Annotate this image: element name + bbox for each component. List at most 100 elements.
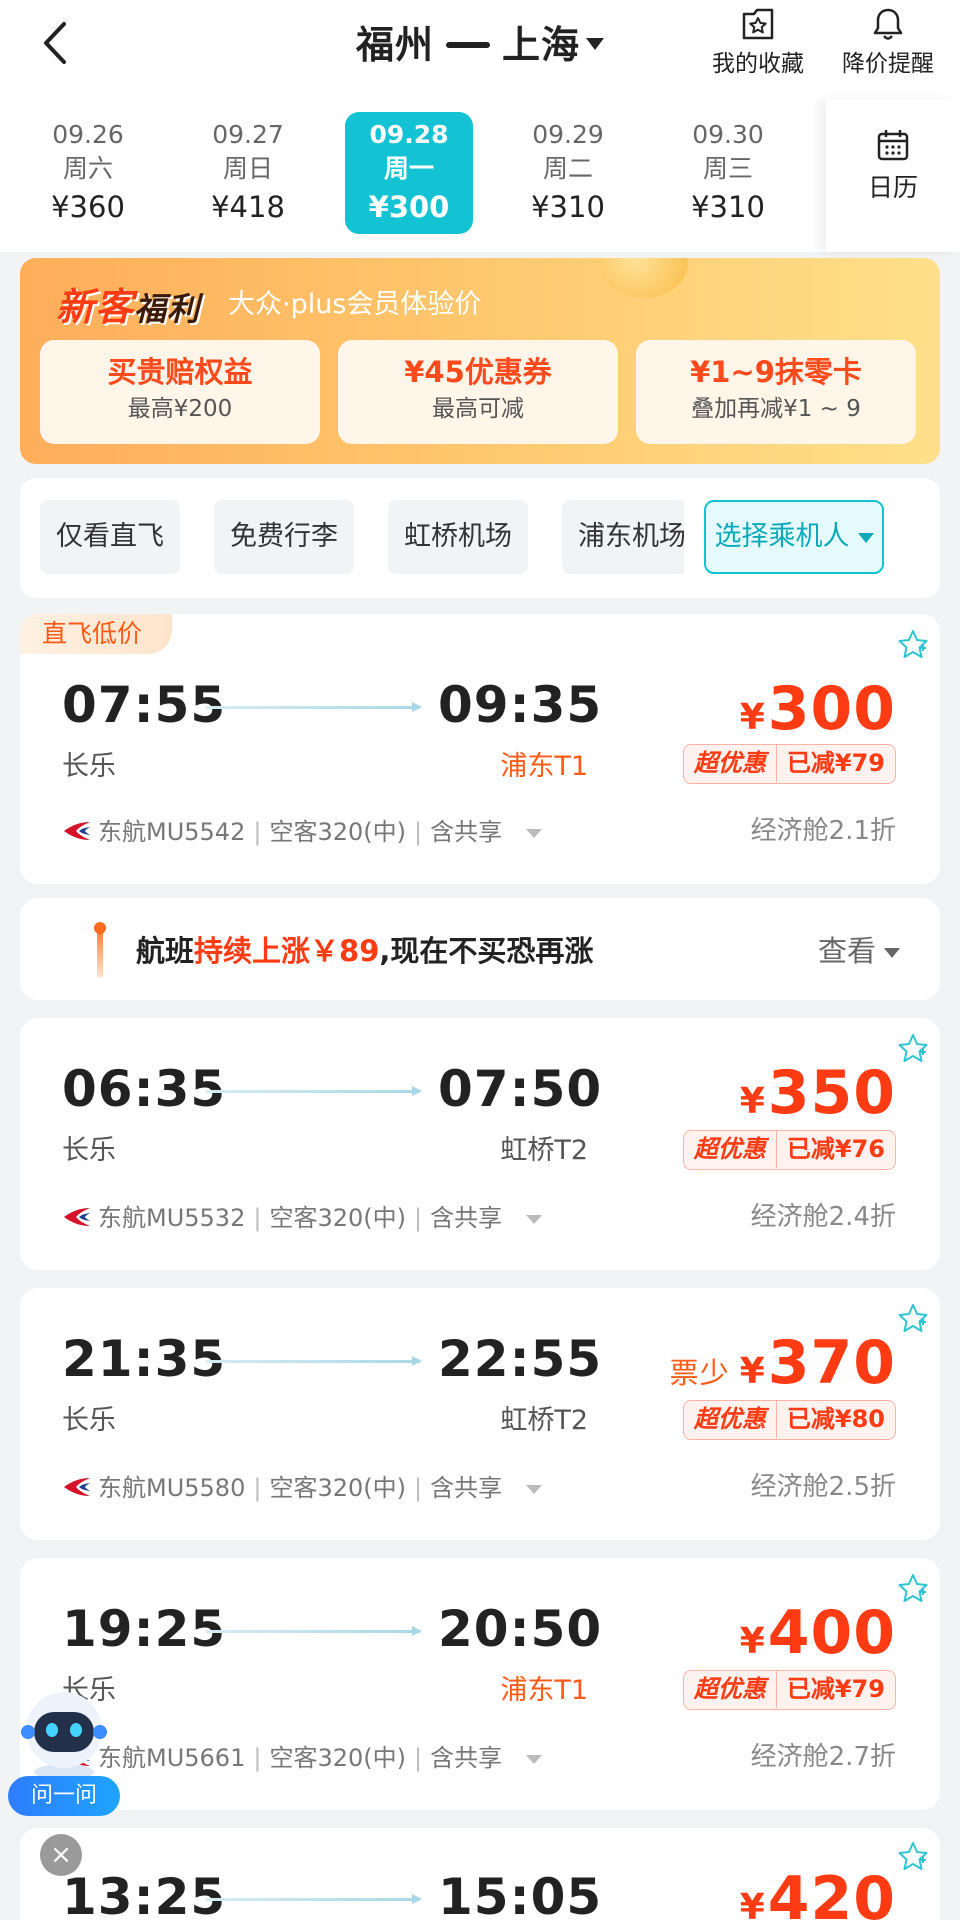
robot-assistant-icon[interactable] [14, 1684, 114, 1784]
route-selector[interactable]: 福州 上海 [0, 14, 960, 69]
date-label: 09.26 [52, 120, 124, 149]
filter-free-baggage[interactable]: 免费行李 [214, 500, 354, 574]
filter-direct-only[interactable]: 仅看直飞 [40, 500, 180, 574]
arrival-time: 22:55 [438, 1330, 603, 1388]
calendar-button[interactable]: 日历 [826, 100, 960, 252]
promo-card-sub: 叠加再减¥1 ~ 9 [691, 396, 861, 422]
ask-assistant-button[interactable]: 问一问 [8, 1776, 120, 1816]
departure-airport: 长乐 [62, 1135, 116, 1166]
calendar-label: 日历 [867, 173, 918, 202]
departure-time: 07:55 [62, 676, 227, 734]
cabin-class: 经济舱2.1折 [750, 816, 896, 846]
flight-price: ¥400 [739, 1598, 896, 1668]
flight-price: ¥420 [739, 1864, 896, 1920]
flight-info: 东航MU5661 | 空客320(中) | 含共享 [62, 1738, 543, 1773]
destination-city: 上海 [502, 23, 581, 67]
favorite-star-icon[interactable] [896, 1572, 930, 1606]
flight-path-line [206, 1356, 422, 1366]
flight-price: 票少 ¥370 [669, 1328, 896, 1398]
weekday-label: 周一 [383, 154, 434, 183]
caret-down-icon [857, 532, 874, 543]
date-label: 09.27 [212, 120, 284, 149]
expand-caret-icon[interactable] [526, 1754, 543, 1764]
favorite-star-icon[interactable] [896, 628, 930, 662]
date-label: 09.29 [532, 120, 604, 149]
discount-badge: 超优惠 已减¥79 [682, 744, 896, 784]
caret-down-icon [586, 37, 605, 50]
promo-card-rounding[interactable]: ¥1~9抹零卡 叠加再减¥1 ~ 9 [636, 340, 916, 444]
flight-card[interactable]: 21:35 22:55 长乐 虹桥T2 票少 ¥370 超优惠 已减¥80 东航MU… [20, 1288, 940, 1540]
cabin-class: 经济舱2.5折 [750, 1472, 896, 1502]
direct-low-price-tag: 直飞低价 [20, 614, 173, 654]
china-eastern-logo-icon [64, 822, 90, 840]
flight-card[interactable]: 06:35 07:50 长乐 虹桥T2 ¥350 超优惠 已减¥76 东航MU55… [20, 1018, 940, 1270]
flight-card[interactable]: 19:25 20:50 长乐 浦东T1 ¥400 超优惠 已减¥79 东航MU56… [20, 1558, 940, 1810]
favorites-label: 我的收藏 [712, 51, 804, 77]
china-eastern-logo-icon [64, 1208, 90, 1226]
arrival-time: 20:50 [438, 1600, 603, 1658]
expand-caret-icon[interactable] [526, 1214, 543, 1224]
expand-caret-icon[interactable] [526, 1484, 543, 1494]
price-trend-text: 航班持续上涨￥89,现在不买恐再涨 [136, 934, 594, 968]
new-user-promo-banner[interactable]: 新客福利 大众·plus会员体验价 买贵赔权益 最高¥200 ¥45优惠券 最高… [20, 258, 940, 464]
date-tab[interactable]: 09.29 周二 ¥310 [504, 112, 632, 234]
price-alert-button[interactable]: 降价提醒 [826, 6, 950, 78]
promo-card-coupon[interactable]: ¥45优惠券 最高可减 [338, 340, 618, 444]
close-assistant-button[interactable]: × [40, 1834, 82, 1876]
favorite-star-icon[interactable] [896, 1840, 930, 1874]
view-trend-button[interactable]: 查看 [818, 928, 900, 970]
weekday-label: 周日 [222, 154, 273, 183]
date-tab[interactable]: 09.27 周日 ¥418 [184, 112, 312, 234]
departure-time: 19:25 [62, 1600, 227, 1658]
filter-bar: 仅看直飞 免费行李 虹桥机场 浦东机场 选择乘机人 [20, 478, 940, 598]
promo-card-title: ¥1~9抹零卡 [690, 355, 862, 389]
flight-path-line [206, 702, 422, 712]
favorite-star-icon[interactable] [896, 1032, 930, 1066]
arrival-time: 15:05 [438, 1868, 603, 1920]
price-alert-label: 降价提醒 [842, 51, 934, 77]
date-tab[interactable]: 09.30 周三 ¥310 [664, 112, 792, 234]
date-label: 09.28 [369, 120, 449, 149]
flight-path-line [206, 1086, 422, 1096]
date-selector: 09.26 周六 ¥360 09.27 周日 ¥418 09.28 周一 ¥30… [0, 100, 960, 252]
top-bar: 福州 上海 我的收藏 降价提醒 [0, 0, 960, 100]
price-trend-alert[interactable]: 航班持续上涨￥89,现在不买恐再涨 查看 [20, 898, 940, 1000]
calendar-icon [877, 130, 909, 161]
favorites-button[interactable]: 我的收藏 [700, 6, 816, 78]
filter-hongqiao[interactable]: 虹桥机场 [388, 500, 528, 574]
select-passenger-button[interactable]: 选择乘机人 [704, 500, 884, 574]
flight-card[interactable]: 直飞低价 07:55 09:35 长乐 浦东T1 ¥300 超优惠 已减¥79 东… [20, 614, 940, 884]
date-tab-selected[interactable]: 09.28 周一 ¥300 [345, 112, 473, 234]
expand-caret-icon[interactable] [526, 828, 543, 838]
arrival-time: 09:35 [438, 676, 603, 734]
promo-card-price-guarantee[interactable]: 买贵赔权益 最高¥200 [40, 340, 320, 444]
date-price: ¥310 [691, 190, 765, 224]
date-price: ¥310 [531, 190, 605, 224]
filter-pudong[interactable]: 浦东机场 [562, 500, 684, 574]
flight-info: 东航MU5542 | 空客320(中) | 含共享 [62, 812, 543, 847]
arrival-time: 07:50 [438, 1060, 603, 1118]
flight-path-line [206, 1626, 422, 1636]
promo-card-title: 买贵赔权益 [107, 355, 253, 389]
date-price: ¥300 [368, 190, 450, 224]
gold-coin-icon [600, 258, 688, 298]
departure-airport: 长乐 [62, 751, 116, 782]
flight-path-line [206, 1894, 422, 1904]
departure-time: 21:35 [62, 1330, 227, 1388]
promo-title: 新客福利 [56, 285, 201, 329]
favorite-star-icon[interactable] [896, 1302, 930, 1336]
date-label: 09.30 [692, 120, 764, 149]
departure-time: 06:35 [62, 1060, 227, 1118]
discount-badge: 超优惠 已减¥76 [682, 1130, 896, 1170]
route-arrow-icon [446, 41, 490, 48]
date-tab[interactable]: 09.26 周六 ¥360 [24, 112, 152, 234]
weekday-label: 周六 [62, 154, 113, 183]
origin-city: 福州 [355, 23, 434, 67]
promo-subtitle: 大众·plus会员体验价 [228, 289, 482, 320]
departure-time: 13:25 [62, 1868, 227, 1920]
filter-chip-scroller: 仅看直飞 免费行李 虹桥机场 浦东机场 [20, 478, 684, 598]
flight-card[interactable]: 13:25 15:05 ¥420 [20, 1828, 940, 1920]
date-price: ¥418 [211, 190, 285, 224]
flight-price: ¥300 [739, 674, 896, 744]
few-seats-label: 票少 [669, 1356, 730, 1390]
